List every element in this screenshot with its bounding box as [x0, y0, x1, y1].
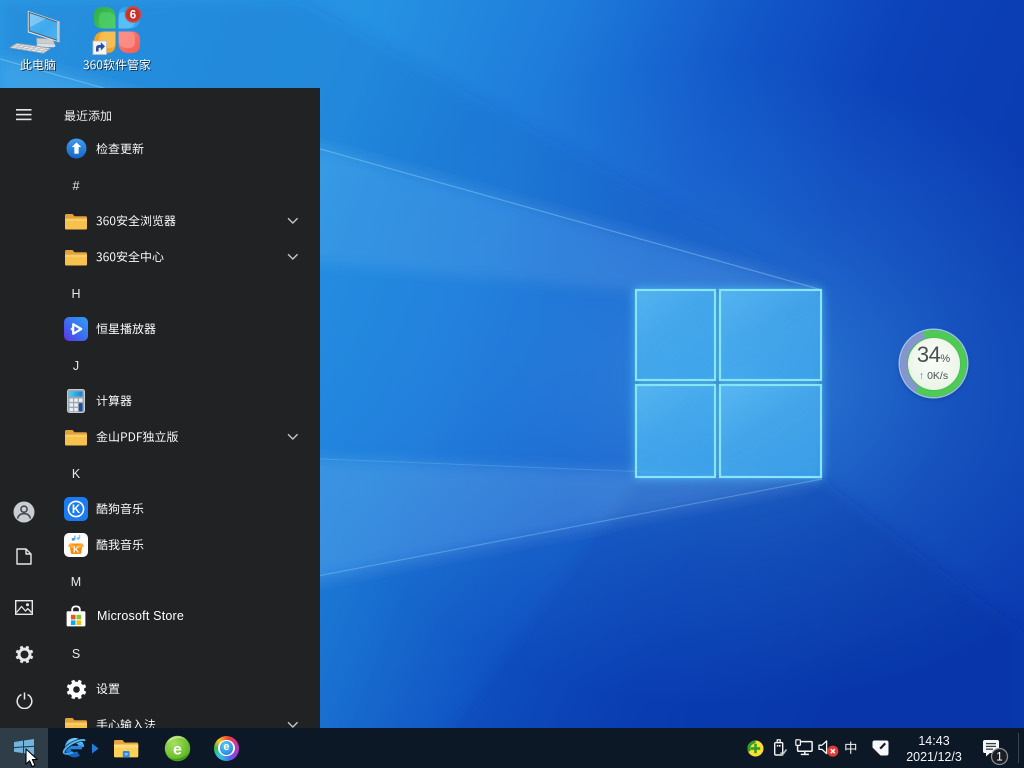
svg-text:K: K [72, 504, 81, 516]
svg-text:6: 6 [130, 10, 136, 22]
svg-text:1: 1 [996, 752, 1002, 764]
svg-text:e: e [173, 741, 182, 758]
svg-text:K: K [73, 545, 80, 555]
